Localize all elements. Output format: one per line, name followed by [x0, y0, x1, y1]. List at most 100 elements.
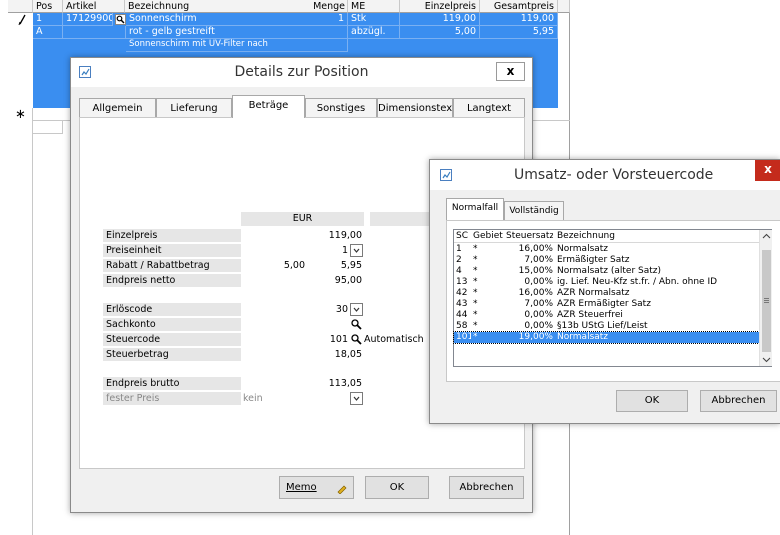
- close-icon[interactable]: x: [496, 62, 525, 81]
- list-cell-bezeichnung: Ermäßigter Satz: [557, 255, 630, 265]
- steuercode-value[interactable]: 101: [241, 333, 350, 346]
- list-item[interactable]: 13 * 0,00% ig. Lief. Neu-Kfz st.fr. / Abn. …: [454, 277, 759, 288]
- endpreis-netto-value: 95,00: [334, 275, 362, 286]
- list-item[interactable]: 2 * 7,00% Ermäßigter Satz: [454, 255, 759, 266]
- einzelpreis-value[interactable]: 119,00: [241, 229, 364, 242]
- list-cell-gebiet: *: [473, 310, 478, 320]
- ok-button[interactable]: OK: [365, 476, 429, 499]
- list-item[interactable]: 4 * 15,00% Normalsatz (alter Satz): [454, 266, 759, 277]
- table-row-cell[interactable]: [63, 26, 126, 39]
- preiseinheit-label: Preiseinheit: [103, 244, 241, 257]
- grid-header-gesamtpreis[interactable]: Gesamtpreis: [480, 0, 558, 13]
- list-cell-gebiet: *: [473, 288, 478, 298]
- tab-vollstaendig[interactable]: Vollständig: [504, 201, 564, 220]
- list-cell-gebiet: *: [473, 266, 478, 276]
- chevron-down-icon[interactable]: [350, 392, 363, 405]
- memo-button[interactable]: Memo: [279, 476, 354, 499]
- tab-allgemein[interactable]: Allgemein: [79, 98, 156, 118]
- chevron-down-icon[interactable]: [350, 303, 363, 316]
- list-cell-steuersatz: 0,00%: [524, 310, 553, 320]
- list-item[interactable]: 58 * 0,00% §13b UStG Lief/Leist: [454, 321, 759, 332]
- list-item[interactable]: 42 * 16,00% AZR Normalsatz: [454, 288, 759, 299]
- grid-header-pos[interactable]: Pos: [33, 0, 63, 13]
- tab-betraege[interactable]: Beträge: [232, 95, 305, 118]
- tab-normalfall[interactable]: Normalfall: [446, 198, 504, 220]
- table-row-cell[interactable]: 17129900: [63, 13, 113, 26]
- table-row-cell[interactable]: 1: [33, 13, 63, 26]
- sachkonto-value[interactable]: [241, 318, 350, 331]
- table-row-cell[interactable]: 119,00: [400, 13, 480, 26]
- column-header-bezeichnung[interactable]: Bezeichnung: [557, 231, 757, 241]
- table-row-cell[interactable]: Sonnenschirm mit UV-Filter nach: [126, 39, 348, 52]
- scroll-up-icon[interactable]: [760, 230, 773, 243]
- abbrechen-button[interactable]: Abbrechen: [449, 476, 524, 499]
- search-icon[interactable]: [115, 14, 126, 25]
- table-row-cell[interactable]: 5,00: [400, 26, 480, 39]
- endpreis-brutto-value: 113,05: [328, 378, 362, 389]
- einzelpreis-label: Einzelpreis: [103, 229, 241, 242]
- steuercode-label: Steuercode: [103, 333, 241, 346]
- list-item[interactable]: 43 * 7,00% AZR Ermäßigter Satz: [454, 299, 759, 310]
- list-cell-gebiet: *: [473, 332, 478, 342]
- table-row-cell[interactable]: [33, 121, 63, 134]
- tab-sonstiges[interactable]: Sonstiges: [305, 98, 377, 118]
- rabatt-percent[interactable]: 5,00: [241, 259, 307, 272]
- steuercode-extra: Automatisch: [364, 334, 424, 345]
- dialog-titlebar[interactable]: Umsatz- oder Vorsteuercode x: [430, 160, 780, 190]
- column-header-steuersatz[interactable]: Steuersatz: [506, 231, 553, 241]
- close-icon[interactable]: x: [755, 160, 780, 181]
- search-icon[interactable]: [350, 333, 363, 346]
- list-item[interactable]: 1 * 16,00% Normalsatz: [454, 244, 759, 255]
- list-cell-sc: 2: [456, 255, 462, 265]
- list-cell-bezeichnung: AZR Ermäßigter Satz: [557, 299, 651, 309]
- search-icon[interactable]: [350, 318, 363, 331]
- rabatt-label: Rabatt / Rabattbetrag: [103, 259, 241, 272]
- grid-header-menge[interactable]: Menge: [280, 0, 348, 13]
- grid-header-einzelpreis[interactable]: Einzelpreis: [400, 0, 480, 13]
- abbrechen-button[interactable]: Abbrechen: [700, 390, 777, 412]
- grid-header-artikel[interactable]: Artikel: [63, 0, 125, 13]
- row-indicator-column: [8, 108, 33, 535]
- tab-lieferung[interactable]: Lieferung: [156, 98, 232, 118]
- list-header: SC Gebiet Steuersatz Bezeichnung: [454, 231, 759, 243]
- table-row-cell[interactable]: A: [33, 26, 63, 39]
- scroll-down-icon[interactable]: [760, 353, 773, 366]
- list-cell-steuersatz: 16,00%: [518, 244, 553, 254]
- table-row-cell[interactable]: Stk: [348, 13, 400, 26]
- table-row-cell[interactable]: 1: [280, 13, 348, 26]
- memo-label: Memo: [286, 482, 317, 493]
- table-row-cell[interactable]: 119,00: [480, 13, 558, 26]
- list-cell-sc: 101: [456, 332, 471, 342]
- erloescode-value[interactable]: 30: [241, 303, 350, 316]
- column-header-gebiet[interactable]: Gebiet: [473, 231, 503, 241]
- table-row-cell[interactable]: rot - gelb gestreift: [126, 26, 348, 39]
- list-cell-sc: 1: [456, 244, 462, 254]
- dialog-title: Details zur Position: [234, 64, 369, 80]
- sachkonto-label: Sachkonto: [103, 318, 241, 331]
- grid-header-me[interactable]: ME: [348, 0, 400, 13]
- rabatt-value[interactable]: 5,95: [307, 259, 364, 272]
- edit-pencil-icon: [8, 13, 33, 26]
- preiseinheit-value[interactable]: 1: [241, 244, 350, 257]
- tab-langtext[interactable]: Langtext: [453, 98, 525, 118]
- table-row-cell[interactable]: abzügl.: [348, 26, 400, 39]
- ok-button[interactable]: OK: [616, 390, 688, 412]
- list-cell-steuersatz: 7,00%: [524, 299, 553, 309]
- fester-preis-select[interactable]: kein: [241, 392, 350, 405]
- endpreis-netto-label: Endpreis netto: [103, 274, 241, 287]
- chevron-down-icon[interactable]: [350, 244, 363, 257]
- tax-code-dialog[interactable]: Umsatz- oder Vorsteuercode x Normalfall …: [429, 159, 780, 424]
- grid-header-filler: [558, 0, 570, 13]
- dialog-titlebar[interactable]: Details zur Position x: [71, 58, 532, 87]
- scrollbar[interactable]: [759, 230, 772, 366]
- scroll-thumb[interactable]: [762, 250, 771, 352]
- column-header-sc[interactable]: SC: [456, 231, 471, 241]
- list-item[interactable]: 44 * 0,00% AZR Steuerfrei: [454, 310, 759, 321]
- tax-code-list[interactable]: SC Gebiet Steuersatz Bezeichnung 1 * 16,00…: [453, 229, 772, 367]
- tab-dimensionstext[interactable]: Dimensionstext: [377, 98, 453, 118]
- list-cell-steuersatz: 15,00%: [518, 266, 553, 276]
- fester-preis-label: fester Preis: [103, 392, 241, 405]
- list-cell-steuersatz: 19,00%: [518, 332, 553, 342]
- list-item[interactable]: 101 * 19,00% Normalsatz: [453, 331, 760, 344]
- table-row-cell[interactable]: 5,95: [480, 26, 558, 39]
